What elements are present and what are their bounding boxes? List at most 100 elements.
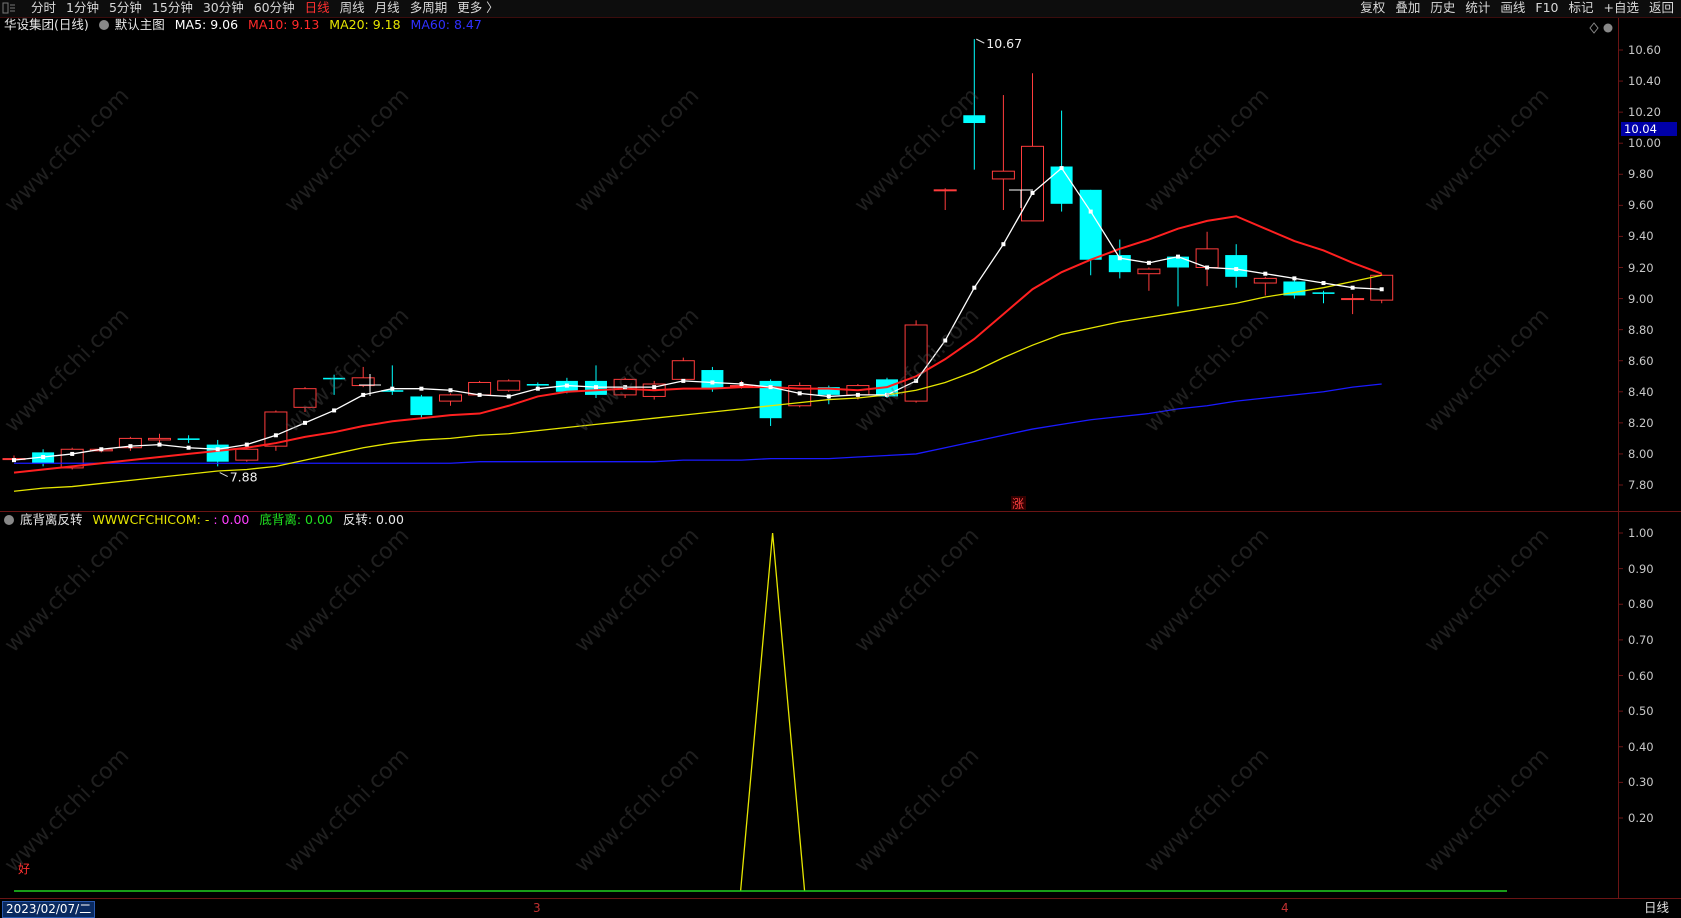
ma5-point [332, 408, 337, 413]
candle-body-up [991, 170, 1015, 180]
ma5-point [1205, 265, 1210, 270]
price-tick: 10.60 [1628, 43, 1661, 57]
ma5-point [506, 394, 511, 399]
ma5-point [826, 394, 831, 399]
price-tick: 10.00 [1628, 136, 1661, 151]
ma5-line [13, 167, 1382, 461]
high-arrow-icon [976, 38, 985, 44]
candle-body-up [351, 377, 375, 387]
price-tick: 8.20 [1628, 415, 1654, 430]
ma5-point [1088, 209, 1093, 214]
ma5-point [564, 383, 569, 388]
ma5-point [361, 392, 366, 397]
ma5-point [1379, 287, 1384, 292]
ma5-point [1030, 190, 1035, 195]
ma5-point [739, 382, 744, 387]
candle-body-down [963, 115, 986, 124]
ma5-point [1292, 276, 1297, 281]
indicator-tick: 0.50 [1628, 704, 1654, 719]
candle-body-up [1137, 268, 1161, 275]
gear-icon[interactable] [1603, 23, 1613, 33]
ma5-point [273, 433, 278, 438]
signal-label: 好 [18, 862, 30, 876]
price-tick: 8.60 [1628, 353, 1654, 368]
indicator-tick: 0.60 [1628, 668, 1654, 683]
ma5-point [12, 458, 16, 463]
indicator-tick: 0.20 [1628, 811, 1654, 825]
candle-body-up [235, 448, 259, 461]
ma5-point [303, 420, 307, 425]
ma5-point [914, 378, 919, 383]
ma5-point [157, 442, 162, 447]
price-tick: 9.80 [1628, 167, 1654, 182]
ma5-point [186, 445, 191, 450]
ma5-point [710, 380, 715, 385]
ma5-point [535, 386, 540, 391]
indicator-tick: 1.00 [1628, 526, 1654, 540]
candle-body-down [1225, 255, 1248, 277]
price-tick: 8.40 [1628, 384, 1654, 399]
candle-body-up [148, 437, 171, 441]
ma5-point [244, 442, 249, 447]
ma5-point [390, 386, 395, 391]
ma5-point [855, 392, 860, 397]
ma5-point [1350, 285, 1355, 290]
ma5-point [215, 447, 220, 452]
month-label-3: 3 [533, 901, 541, 915]
indicator-tick: 0.80 [1628, 597, 1654, 612]
ma5-point [1234, 267, 1239, 272]
candle-body-down [701, 370, 724, 389]
ma5-point [943, 338, 948, 343]
cursor-cross-icon [359, 374, 381, 396]
ma5-point [448, 388, 453, 393]
price-tick: 9.40 [1628, 229, 1654, 244]
candle-body-up [671, 360, 695, 380]
ma5-point [41, 455, 46, 460]
price-tick: 10.20 [1628, 105, 1661, 120]
candle-body-up [1021, 145, 1044, 222]
ma5-point [477, 392, 482, 397]
low-arrow-icon [219, 472, 228, 478]
date-axis: 2023/02/07/二 3 4 日线 [0, 898, 1681, 918]
price-tick: 8.80 [1628, 322, 1654, 337]
candle-body-up [1341, 298, 1365, 301]
candle-body-up [293, 388, 317, 408]
chart-controls [1589, 22, 1613, 34]
candle-body-down [323, 377, 346, 380]
ma5-point [1146, 260, 1151, 265]
month-label-4: 4 [1281, 901, 1289, 915]
candle-body-down [1312, 292, 1335, 294]
diamond-icon[interactable] [1589, 22, 1599, 34]
reversal-signal-line [739, 532, 806, 892]
ma5-point [1117, 256, 1122, 261]
candle-body-up [497, 380, 521, 391]
high-mark: 10.67 [986, 36, 1022, 51]
indicator-tick: 0.90 [1628, 561, 1654, 576]
ma5-point [885, 392, 889, 397]
candle-body-up [439, 394, 462, 402]
low-mark: 7.88 [230, 470, 258, 485]
price-chart[interactable]: 10.67 7.88 涨好 [0, 0, 1681, 917]
ma5-point [1059, 166, 1064, 171]
candle-body-down [206, 444, 229, 462]
ma5-point [652, 385, 657, 390]
ma5-point [99, 447, 104, 452]
cursor-date: 2023/02/07/二 [2, 901, 96, 918]
ma5-point [1263, 271, 1268, 276]
ma5-point [70, 451, 75, 456]
period-label[interactable]: 日线 [1644, 900, 1669, 916]
ma5-point [594, 385, 598, 390]
ma5-point [768, 385, 773, 390]
candle-body-down [526, 384, 549, 386]
indicator-tick: 0.70 [1628, 632, 1654, 647]
last-price-tag: 10.04 [1621, 122, 1677, 136]
ma5-point [1001, 242, 1006, 247]
price-tick: 7.80 [1628, 478, 1654, 492]
indicator-tick: 0.30 [1628, 775, 1654, 790]
ma5-point [797, 391, 802, 396]
candle-body-down [177, 438, 200, 440]
indicator-tick: 0.40 [1628, 739, 1654, 754]
ma5-point [1321, 281, 1326, 286]
ma5-point [623, 385, 628, 390]
ma5-point [419, 386, 424, 391]
